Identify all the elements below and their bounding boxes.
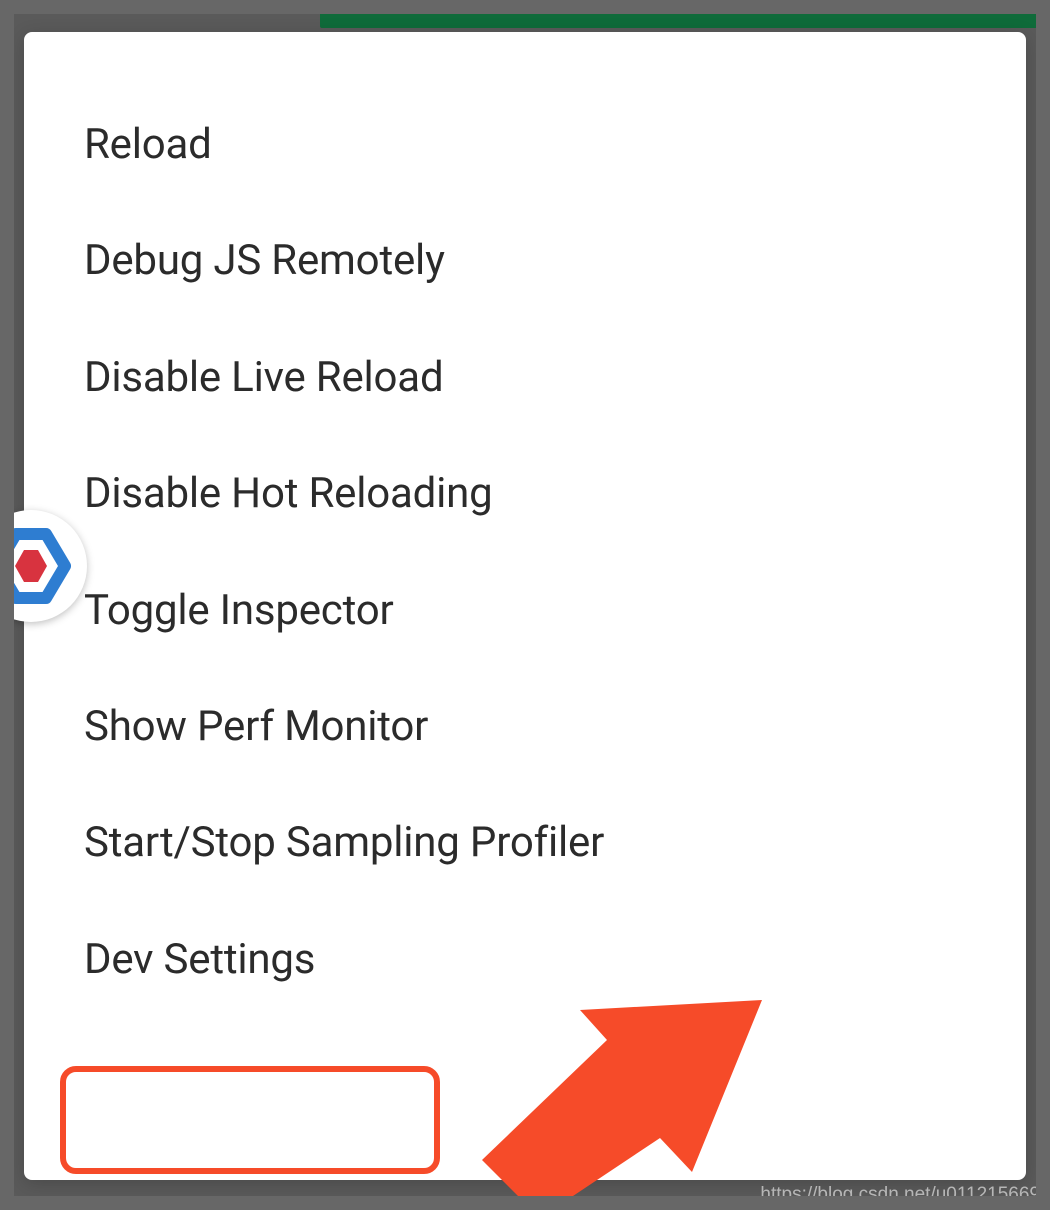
menu-item-toggle-inspector[interactable]: Toggle Inspector: [24, 553, 1026, 669]
menu-item-dev-settings[interactable]: Dev Settings: [24, 902, 1026, 1018]
status-bar-background: [320, 0, 1050, 28]
menu-item-disable-hot-reloading[interactable]: Disable Hot Reloading: [24, 436, 1026, 552]
menu-item-show-perf-monitor[interactable]: Show Perf Monitor: [24, 669, 1026, 785]
watermark-text: https://blog.csdn.net/u011215669: [760, 1184, 1040, 1206]
developer-menu: Reload Debug JS Remotely Disable Live Re…: [24, 32, 1026, 1180]
menu-item-disable-live-reload[interactable]: Disable Live Reload: [24, 320, 1026, 436]
menu-item-start-stop-sampling-profiler[interactable]: Start/Stop Sampling Profiler: [24, 785, 1026, 901]
menu-item-reload[interactable]: Reload: [24, 87, 1026, 203]
menu-item-debug-js-remotely[interactable]: Debug JS Remotely: [24, 203, 1026, 319]
